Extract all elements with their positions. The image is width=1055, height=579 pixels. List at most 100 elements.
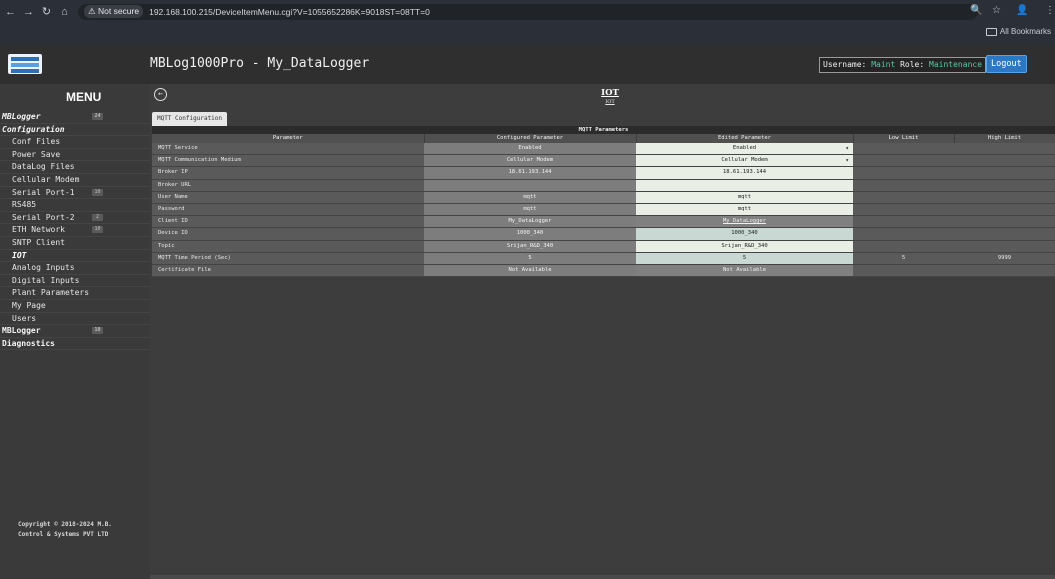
tab-mqtt-configuration[interactable]: MQTT Configuration — [152, 112, 228, 126]
high-limit — [954, 166, 1055, 180]
sidebar-item-serial-port-1[interactable]: Serial Port-1 10 — [0, 186, 150, 200]
sidebar-item-mblogger[interactable]: MBLogger 10 — [0, 325, 150, 338]
bookmarks-bar: All Bookmarks — [0, 23, 1055, 44]
parameter-name: MQTT Communication Medium — [152, 154, 424, 168]
role-value: Maintenance — [929, 60, 983, 69]
configured-value: My_DataLogger — [424, 215, 636, 229]
low-limit — [853, 215, 954, 229]
low-limit: 5 — [853, 252, 954, 266]
high-limit — [954, 191, 1055, 205]
back-arrow-icon[interactable]: ← — [3, 6, 18, 18]
sidebar-item-label: My Page — [12, 300, 46, 310]
company-logo — [8, 54, 42, 74]
menu-title: MENU — [66, 90, 102, 104]
mqtt-parameters-table: MQTT Parameters Parameter Configured Para… — [152, 126, 1055, 278]
kebab-menu-icon[interactable]: ⋮ — [1045, 5, 1055, 16]
forward-arrow-icon[interactable]: → — [21, 6, 36, 18]
parameter-name: Topic — [152, 240, 424, 253]
parameter-name: Client ID — [152, 215, 424, 229]
url-text[interactable]: 192.168.100.215/DeviceItemMenu.cgi?V=105… — [149, 7, 430, 17]
parameter-name: Certificate File — [152, 264, 424, 278]
parameter-name: MQTT Time Period (Sec) — [152, 252, 424, 266]
sidebar-item-plant-parameters[interactable]: Plant Parameters — [0, 287, 150, 300]
parameter-name: MQTT Service — [152, 143, 424, 156]
sidebar-item-mblogger[interactable]: MBLogger 14 — [0, 111, 150, 124]
sidebar-item-configuration[interactable]: Configuration — [0, 123, 150, 137]
edited-select[interactable]: Cellular Modem ▾ — [636, 154, 853, 168]
sidebar-item-serial-port-2[interactable]: Serial Port-2 2 — [0, 211, 150, 225]
configured-value: 18.61.193.144 — [424, 166, 636, 180]
column-header: Low Limit — [853, 134, 955, 143]
table-row: User Name mqtt mqtt — [152, 191, 1055, 205]
logout-button[interactable]: Logout — [986, 55, 1027, 73]
sidebar-item-iot[interactable]: IOT — [0, 249, 150, 263]
home-icon[interactable]: ⌂ — [57, 6, 72, 18]
configured-value: mqtt — [424, 203, 636, 217]
not-secure-badge[interactable]: ⚠ Not secure — [84, 5, 144, 18]
configured-value — [424, 179, 636, 192]
sidebar-item-label: Conf Files — [12, 137, 61, 147]
table-row: Device ID 1000_340 1000_340 — [152, 227, 1055, 241]
edited-input[interactable]: mqtt — [636, 191, 853, 205]
address-bar[interactable]: ⚠ Not secure 192.168.100.215/DeviceItemM… — [78, 3, 978, 20]
table-row: Broker IP 18.61.193.144 18.61.193.144 — [152, 166, 1055, 180]
parameter-name: Broker URL — [152, 179, 424, 192]
parameter-name: Password — [152, 203, 424, 217]
sidebar-item-label: Diagnostics — [2, 338, 55, 348]
table-row: MQTT Time Period (Sec) 5 5 5 9999 — [152, 252, 1055, 266]
sidebar: MENU MBLogger 14 Configuration Conf Files Po… — [0, 84, 150, 579]
sidebar-item-power-save[interactable]: Power Save — [0, 148, 150, 162]
all-bookmarks[interactable]: All Bookmarks — [985, 27, 1051, 36]
configured-value: 1000_340 — [424, 227, 636, 241]
folder-icon — [985, 27, 997, 36]
low-limit — [853, 154, 954, 168]
sidebar-item-diagnostics[interactable]: Diagnostics — [0, 337, 150, 351]
browser-toolbar: ← → ↻ ⌂ ⚠ Not secure 192.168.100.215/Dev… — [0, 0, 1055, 23]
column-header: High Limit — [954, 134, 1055, 143]
chevron-down-icon: ▾ — [845, 145, 849, 152]
sidebar-item-label: Power Save — [12, 149, 61, 159]
sidebar-item-sntp-client[interactable]: SNTP Client — [0, 236, 150, 250]
bookmark-star-icon[interactable]: ☆ — [992, 5, 1001, 16]
edited-input[interactable]: 5 — [636, 252, 853, 266]
user-info: Username: Maint Role: Maintenance — [819, 57, 987, 73]
edited-select[interactable]: Enabled ▾ — [636, 143, 853, 156]
edited-input[interactable]: 1000_340 — [636, 227, 853, 241]
sidebar-item-datalog-files[interactable]: DataLog Files — [0, 161, 150, 174]
sidebar-item-users[interactable]: Users — [0, 312, 150, 326]
table-row: Broker URL — [152, 179, 1055, 192]
sidebar-item-rs485[interactable]: RS485 — [0, 199, 150, 212]
low-limit — [853, 191, 954, 205]
sidebar-item-label: MBLogger — [2, 326, 41, 336]
edited-input[interactable] — [636, 179, 853, 192]
sidebar-item-conf-files[interactable]: Conf Files — [0, 136, 150, 149]
back-circle-icon[interactable]: ← — [154, 88, 167, 101]
sidebar-item-my-page[interactable]: My Page — [0, 299, 150, 313]
table-row: MQTT Communication Medium Cellular Modem C… — [152, 154, 1055, 168]
reload-icon[interactable]: ↻ — [39, 5, 54, 18]
edited-input[interactable]: mqtt — [636, 203, 853, 217]
zoom-icon[interactable]: 🔍 — [970, 5, 982, 16]
sidebar-item-digital-inputs[interactable]: Digital Inputs — [0, 274, 150, 288]
parameter-name: User Name — [152, 191, 424, 205]
edited-input[interactable]: Srijan_R&D_340 — [636, 240, 853, 253]
edited-input[interactable]: 18.61.193.144 — [636, 166, 853, 180]
high-limit — [954, 143, 1055, 156]
high-limit — [954, 215, 1055, 229]
low-limit — [853, 203, 954, 217]
sidebar-item-badge: 2 — [92, 213, 103, 221]
select-value: Cellular Modem — [721, 157, 768, 164]
column-header: Parameter — [152, 134, 425, 143]
sidebar-item-badge: 14 — [92, 113, 103, 120]
page-title: IOT — [601, 88, 619, 98]
username-value: Maint — [871, 60, 896, 69]
high-limit — [954, 179, 1055, 192]
configured-value: Not Available — [424, 264, 636, 278]
page-subtitle: IOT — [605, 99, 615, 105]
high-limit — [954, 240, 1055, 253]
sidebar-item-cellular-modem[interactable]: Cellular Modem — [0, 173, 150, 187]
chevron-down-icon: ▾ — [845, 157, 849, 165]
sidebar-item-analog-inputs[interactable]: Analog Inputs — [0, 262, 150, 275]
profile-icon[interactable]: 👤 — [1016, 5, 1028, 16]
sidebar-item-eth-network[interactable]: ETH Network 10 — [0, 224, 150, 237]
